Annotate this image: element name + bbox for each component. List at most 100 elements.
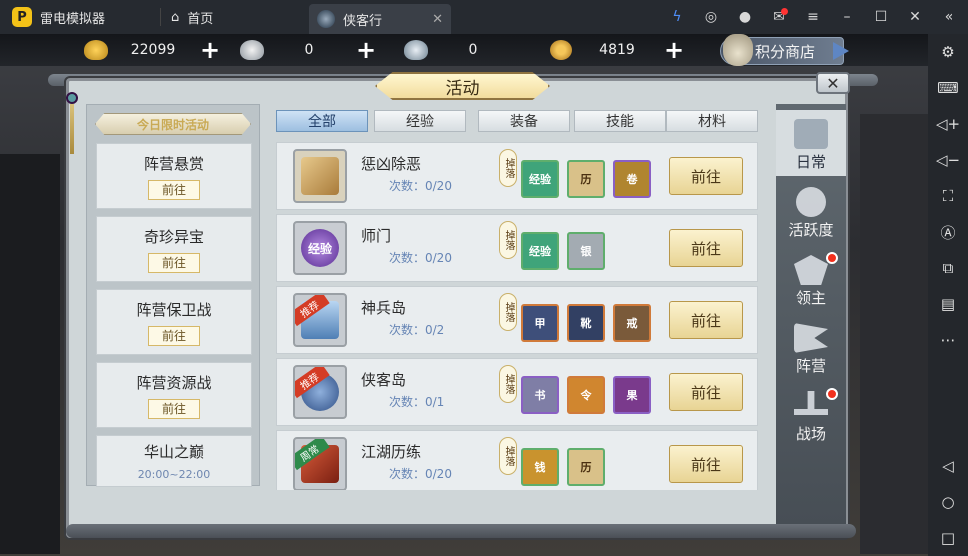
limited-activity-card[interactable]: 阵营资源战 前往	[96, 362, 252, 428]
menu-icon[interactable]: ≡	[796, 0, 830, 34]
reward-practice-icon[interactable]: 历	[567, 160, 605, 198]
tab-equipment[interactable]: 装备	[478, 110, 570, 132]
activity-row: 推荐 神兵岛 次数：0/2 掉落 甲 靴 戒 前往	[276, 286, 758, 354]
reward-token-icon[interactable]: 令	[567, 376, 605, 414]
multi-instance-icon[interactable]: ⧉	[928, 250, 968, 286]
battlefield-notification-dot	[826, 388, 838, 400]
settings-gear-icon[interactable]: ⚙	[928, 34, 968, 70]
side-tab-label: 活跃度	[788, 221, 834, 239]
reward-fruit-icon[interactable]: 果	[613, 376, 651, 414]
volume-down-icon[interactable]: ◁−	[928, 142, 968, 178]
shop-bag-icon	[723, 34, 753, 66]
tab-skills[interactable]: 技能	[574, 110, 666, 132]
reward-scroll-icon[interactable]: 卷	[613, 160, 651, 198]
emulator-logo-icon: P	[12, 7, 32, 27]
side-tab-daily[interactable]: 日常	[776, 110, 846, 176]
side-tab-lord[interactable]: 领主	[776, 246, 846, 312]
titlebar-controls: ϟ ◎ ● ✉ ≡ – ☐ ✕ «	[660, 0, 966, 34]
limited-activity-go-button[interactable]: 前往	[148, 325, 200, 346]
hero-island-icon: 推荐	[293, 365, 347, 419]
limited-activity-card[interactable]: 华山之巅 20:00~22:00	[96, 435, 252, 487]
gamepad-icon[interactable]: ◎	[694, 0, 728, 34]
tab-all[interactable]: 全部	[276, 110, 368, 132]
reward-boots-icon[interactable]: 靴	[567, 304, 605, 342]
background-wall	[0, 154, 60, 554]
jianghu-icon: 周常	[293, 437, 347, 490]
panel-close-button[interactable]: ✕	[816, 72, 850, 94]
limited-activity-go-button[interactable]: 前往	[148, 398, 200, 419]
reward-experience-icon[interactable]: 经验	[521, 160, 559, 198]
collapse-sidebar-icon[interactable]: «	[932, 0, 966, 34]
reward-practice-icon[interactable]: 历	[567, 448, 605, 486]
side-tab-label: 领主	[795, 289, 826, 307]
drop-tag: 掉落	[499, 221, 517, 259]
emulator-toolbar: ⚙ ⌨ ◁+ ◁− ⛶ Ⓐ ⧉ ▤ ⋯ ◁ ○ □	[928, 34, 968, 556]
side-tab-faction[interactable]: 阵营	[776, 314, 846, 380]
home-tab[interactable]: ⌂ 首页	[171, 8, 301, 27]
more-options-icon[interactable]: ⋯	[928, 322, 968, 358]
reward-ring-icon[interactable]: 戒	[613, 304, 651, 342]
add-silver-button[interactable]: +	[354, 38, 378, 62]
reward-list: 甲 靴 戒	[521, 304, 651, 342]
recent-apps-icon[interactable]: □	[928, 520, 968, 556]
go-button[interactable]: 前往	[669, 229, 743, 267]
reward-coin-icon[interactable]: 钱	[521, 448, 559, 486]
limited-activity-card[interactable]: 阵营保卫战 前往	[96, 289, 252, 355]
home-circle-icon[interactable]: ○	[928, 484, 968, 520]
go-button[interactable]: 前往	[669, 373, 743, 411]
drop-tag: 掉落	[499, 293, 517, 331]
limited-activity-card[interactable]: 阵营悬赏 前往	[96, 143, 252, 209]
mail-icon[interactable]: ✉	[762, 0, 796, 34]
lightning-icon[interactable]: ϟ	[660, 0, 694, 34]
home-tab-label: 首页	[187, 11, 214, 27]
reward-armor-icon[interactable]: 甲	[521, 304, 559, 342]
account-icon[interactable]: ●	[728, 0, 762, 34]
add-coin-button[interactable]: +	[662, 38, 686, 62]
reward-book-icon[interactable]: 书	[521, 376, 559, 414]
game-tab-label: 侠客行	[343, 13, 383, 29]
coin-icon	[550, 40, 572, 60]
reward-list: 经验 历 卷	[521, 160, 651, 198]
coin-currency: 4819 +	[550, 38, 686, 62]
ingot-icon	[404, 40, 428, 60]
go-button[interactable]: 前往	[669, 157, 743, 195]
game-tab[interactable]: 侠客行 ✕	[309, 4, 451, 34]
minimize-icon[interactable]: –	[830, 0, 864, 34]
side-tab-activity[interactable]: 活跃度	[776, 178, 846, 244]
activity-count: 次数：0/20	[389, 179, 452, 193]
experience-orb-label: 经验	[301, 229, 339, 267]
limited-activity-card[interactable]: 奇珍异宝 前往	[96, 216, 252, 282]
maximize-icon[interactable]: ☐	[864, 0, 898, 34]
volume-up-icon[interactable]: ◁+	[928, 106, 968, 142]
reward-list: 钱 历	[521, 448, 605, 486]
lord-notification-dot	[826, 252, 838, 264]
reward-experience-icon[interactable]: 经验	[521, 232, 559, 270]
auto-script-icon[interactable]: Ⓐ	[928, 214, 968, 250]
add-gold-button[interactable]: +	[198, 38, 222, 62]
silver-currency: 0 +	[240, 38, 378, 62]
close-tab-icon[interactable]: ✕	[432, 12, 443, 27]
activity-name: 神兵岛	[361, 299, 407, 317]
go-button[interactable]: 前往	[669, 301, 743, 339]
panel-title: 活动	[375, 72, 550, 100]
close-window-icon[interactable]: ✕	[898, 0, 932, 34]
back-icon[interactable]: ◁	[928, 448, 968, 484]
limited-activity-go-button[interactable]: 前往	[148, 179, 200, 200]
fullscreen-icon[interactable]: ⛶	[928, 178, 968, 214]
go-button[interactable]: 前往	[669, 445, 743, 483]
keyboard-icon[interactable]: ⌨	[928, 70, 968, 106]
activity-name: 江湖历练	[361, 443, 422, 461]
side-tab-battlefield[interactable]: 战场	[776, 382, 846, 448]
apk-install-icon[interactable]: ▤	[928, 286, 968, 322]
tab-experience[interactable]: 经验	[374, 110, 466, 132]
limited-activity-go-button[interactable]: 前往	[148, 252, 200, 273]
points-shop-button[interactable]: 积分商店	[720, 34, 849, 66]
reward-silver-icon[interactable]: 银	[567, 232, 605, 270]
activity-count: 次数：0/1	[389, 395, 445, 409]
activity-list[interactable]: 惩凶除恶 次数：0/20 掉落 经验 历 卷 前往 经验 师门 次数：0/20 …	[268, 138, 768, 490]
background-wall-right	[860, 114, 928, 554]
tab-materials[interactable]: 材料	[666, 110, 758, 132]
ingot-value: 0	[468, 42, 478, 58]
drop-tag: 掉落	[499, 365, 517, 403]
coin-value: 4819	[599, 42, 635, 58]
